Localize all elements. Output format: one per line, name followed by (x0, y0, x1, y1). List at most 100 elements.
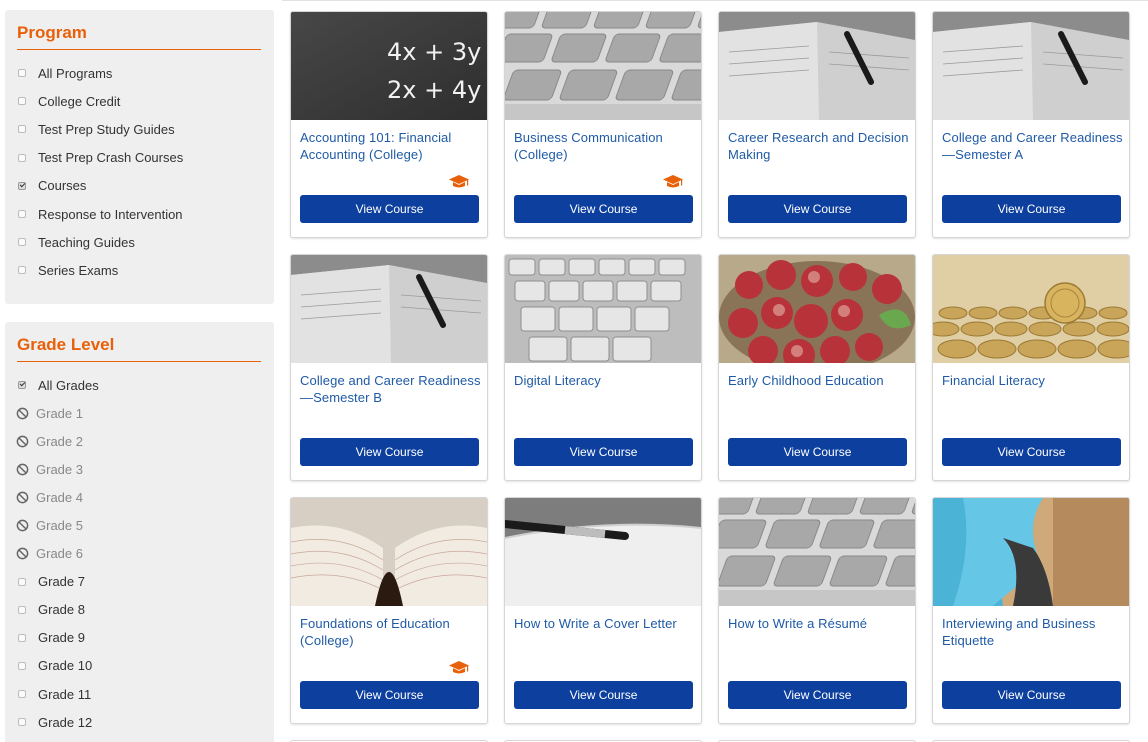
checkbox-icon[interactable] (18, 690, 26, 699)
checkbox-icon[interactable] (18, 97, 26, 106)
grade-option-10[interactable]: Grade 10 (5, 652, 274, 680)
option-label: Courses (38, 178, 87, 194)
graduation-cap-icon (663, 175, 683, 188)
course-title-link[interactable]: How to Write a Résumé (728, 615, 910, 632)
course-card: Career Research and Decision Making View… (718, 11, 916, 238)
program-option-test-prep-study-guides[interactable]: Test Prep Study Guides (5, 115, 274, 143)
disabled-icon (16, 463, 29, 476)
view-course-button[interactable]: View Course (514, 195, 693, 223)
grade-option-9[interactable]: Grade 9 (5, 624, 274, 652)
disabled-icon (16, 547, 29, 560)
course-card: Financial Literacy View Course (932, 254, 1130, 481)
option-label: Test Prep Study Guides (38, 121, 175, 137)
view-course-button[interactable]: View Course (728, 438, 907, 466)
course-card: Business Communication (College) View Co… (504, 11, 702, 238)
course-card: Early Childhood Education View Course (718, 254, 916, 481)
course-card: College and Career Readiness—Semester B … (290, 254, 488, 481)
option-label: Grade 11 (38, 686, 92, 702)
grade-option-8[interactable]: Grade 8 (5, 596, 274, 624)
program-option-series-exams[interactable]: Series Exams (5, 256, 274, 284)
checkbox-checked-icon[interactable] (18, 381, 26, 390)
checkbox-icon[interactable] (18, 605, 26, 614)
graduation-cap-icon (449, 175, 469, 188)
course-title-link[interactable]: Financial Literacy (942, 372, 1124, 389)
option-label: Response to Intervention (38, 206, 183, 222)
program-option-college-credit[interactable]: College Credit (5, 87, 274, 115)
course-image-keyboard (719, 498, 915, 606)
course-title-link[interactable]: Early Childhood Education (728, 372, 910, 389)
checkbox-icon[interactable] (18, 266, 26, 275)
program-option-response-to-intervention[interactable]: Response to Intervention (5, 200, 274, 228)
option-label: Grade 12 (38, 714, 93, 730)
checkbox-icon[interactable] (18, 661, 26, 670)
program-option-test-prep-crash-courses[interactable]: Test Prep Crash Courses (5, 144, 274, 172)
svg-text:4x + 3y =: 4x + 3y = (387, 38, 487, 66)
grade-filter-panel: Grade Level All Grades Grade 1 Grade 2 G… (5, 322, 274, 742)
course-title-link[interactable]: How to Write a Cover Letter (514, 615, 696, 632)
program-filter-list: All Programs College Credit Test Prep St… (5, 59, 274, 285)
option-label: Grade 7 (38, 574, 85, 590)
grade-filter-list: All Grades Grade 1 Grade 2 Grade 3 Grade… (5, 371, 274, 736)
course-card: College and Career Readiness—Semester A … (932, 11, 1130, 238)
program-filter-title: Program (17, 23, 261, 50)
disabled-icon (16, 491, 29, 504)
graduation-cap-icon (449, 661, 469, 674)
option-label: Grade 4 (36, 489, 83, 505)
course-title-link[interactable]: Digital Literacy (514, 372, 696, 389)
program-option-courses[interactable]: Courses (5, 172, 274, 200)
course-image-open-book (291, 498, 487, 606)
grade-option-3: Grade 3 (5, 455, 274, 483)
course-card: Digital Literacy View Course (504, 254, 702, 481)
view-course-button[interactable]: View Course (300, 681, 479, 709)
view-course-button[interactable]: View Course (514, 438, 693, 466)
disabled-icon (16, 407, 29, 419)
course-image-notebook (291, 255, 487, 363)
checkbox-icon[interactable] (18, 210, 26, 219)
view-course-button[interactable]: View Course (300, 195, 479, 223)
program-filter-panel: Program All Programs College Credit Test… (5, 10, 274, 304)
course-title-link[interactable]: Accounting 101: Financial Accounting (Co… (300, 129, 482, 163)
option-label: Grade 5 (36, 518, 83, 534)
option-label: Grade 3 (36, 461, 83, 477)
course-image-keyboard (505, 12, 701, 120)
checkbox-icon[interactable] (18, 718, 26, 727)
grade-option-12[interactable]: Grade 12 (5, 708, 274, 736)
disabled-icon (16, 519, 29, 532)
course-title-link[interactable]: Career Research and Decision Making (728, 129, 910, 163)
view-course-button[interactable]: View Course (728, 195, 907, 223)
svg-text:2x + 4y =: 2x + 4y = (387, 76, 487, 104)
view-course-button[interactable]: View Course (942, 681, 1121, 709)
checkbox-icon[interactable] (18, 69, 26, 78)
course-title-link[interactable]: Business Communication (College) (514, 129, 696, 163)
top-divider (282, 0, 1148, 1)
course-title-link[interactable]: College and Career Readiness—Semester A (942, 129, 1124, 163)
view-course-button[interactable]: View Course (300, 438, 479, 466)
checkbox-icon[interactable] (18, 125, 26, 134)
program-option-all-programs[interactable]: All Programs (5, 59, 274, 87)
checkbox-icon[interactable] (18, 238, 26, 247)
option-label: Grade 10 (38, 658, 93, 674)
course-card: How to Write a Cover Letter View Course (504, 497, 702, 724)
course-title-link[interactable]: College and Career Readiness—Semester B (300, 372, 482, 406)
checkbox-icon[interactable] (18, 153, 26, 162)
checkbox-icon[interactable] (18, 577, 26, 586)
grade-option-7[interactable]: Grade 7 (5, 568, 274, 596)
checkbox-checked-icon[interactable] (18, 181, 26, 190)
option-label: Series Exams (38, 262, 119, 278)
view-course-button[interactable]: View Course (942, 438, 1121, 466)
course-card: 4x + 3y = 2x + 4y = Accounting 101: Fina… (290, 11, 488, 238)
view-course-button[interactable]: View Course (942, 195, 1121, 223)
program-option-teaching-guides[interactable]: Teaching Guides (5, 228, 274, 256)
option-label: Grade 1 (36, 405, 83, 421)
option-label: College Credit (38, 93, 121, 109)
course-title-link[interactable]: Interviewing and Business Etiquette (942, 615, 1124, 649)
view-course-button[interactable]: View Course (514, 681, 693, 709)
view-course-button[interactable]: View Course (728, 681, 907, 709)
course-card: How to Write a Résumé View Course (718, 497, 916, 724)
grade-option-all-grades[interactable]: All Grades (5, 371, 274, 399)
checkbox-icon[interactable] (18, 633, 26, 642)
course-title-link[interactable]: Foundations of Education (College) (300, 615, 482, 649)
course-card: Interviewing and Business Etiquette View… (932, 497, 1130, 724)
grade-option-11[interactable]: Grade 11 (5, 680, 274, 708)
grade-option-6: Grade 6 (5, 540, 274, 568)
